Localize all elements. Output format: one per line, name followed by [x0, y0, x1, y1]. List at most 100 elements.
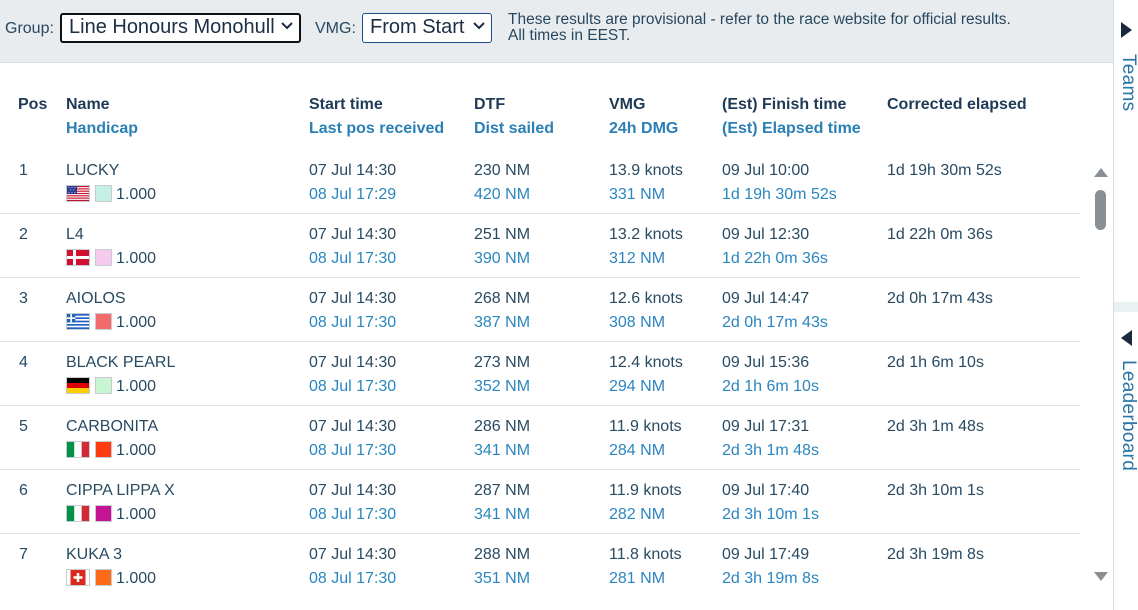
- dmg-cell: 281 NM: [609, 570, 666, 587]
- position-cell: 7: [19, 546, 28, 563]
- column-header[interactable]: Start time: [309, 96, 383, 114]
- column-header[interactable]: Corrected elapsed: [887, 96, 1027, 114]
- dmg-cell: 284 NM: [609, 442, 666, 459]
- last-pos-cell: 08 Jul 17:30: [309, 378, 397, 395]
- tab-teams[interactable]: Teams: [1114, 0, 1138, 302]
- column-header[interactable]: Name: [66, 96, 110, 114]
- dmg-cell: 308 NM: [609, 314, 666, 331]
- start-time-cell: 07 Jul 14:30: [309, 482, 397, 499]
- corrected-elapsed-cell: 1d 22h 0m 36s: [887, 226, 993, 243]
- finish-time-cell: 09 Jul 17:31: [722, 418, 810, 435]
- dist-sailed-cell: 341 NM: [474, 506, 531, 523]
- last-pos-cell: 08 Jul 17:30: [309, 442, 397, 459]
- column-header[interactable]: (Est) Finish time: [722, 96, 846, 114]
- elapsed-time-cell: 2d 0h 17m 43s: [722, 314, 828, 331]
- column-subheader[interactable]: Last pos received: [309, 120, 444, 138]
- column-header[interactable]: VMG: [609, 96, 645, 114]
- us-flag-icon: [67, 186, 89, 201]
- row-divider: [0, 533, 1080, 534]
- boat-name[interactable]: CIPPA LIPPA X: [66, 482, 175, 500]
- dist-sailed-cell: 420 NM: [474, 186, 531, 203]
- boat-name[interactable]: CARBONITA: [66, 418, 158, 436]
- dist-sailed-cell: 390 NM: [474, 250, 531, 267]
- side-panel: Teams Leaderboard: [1113, 0, 1138, 610]
- dtf-cell: 268 NM: [474, 290, 531, 307]
- position-cell: 3: [19, 290, 28, 307]
- group-select-value: Line Honours Monohull: [69, 16, 275, 38]
- position-cell: 6: [19, 482, 28, 499]
- scroll-down-arrow-icon[interactable]: [1094, 572, 1108, 581]
- row-divider: [0, 405, 1080, 406]
- boat-color-swatch: [96, 570, 111, 585]
- expand-right-icon: [1121, 22, 1132, 38]
- elapsed-time-cell: 2d 3h 10m 1s: [722, 506, 819, 523]
- boat-name[interactable]: AIOLOS: [66, 290, 126, 308]
- position-cell: 4: [19, 354, 28, 371]
- start-time-cell: 07 Jul 14:30: [309, 354, 397, 371]
- dist-sailed-cell: 387 NM: [474, 314, 531, 331]
- last-pos-cell: 08 Jul 17:30: [309, 250, 397, 267]
- scroll-up-arrow-icon[interactable]: [1094, 168, 1108, 177]
- handicap-value: 1.000: [116, 442, 157, 459]
- dtf-cell: 273 NM: [474, 354, 531, 371]
- column-subheader[interactable]: Dist sailed: [474, 120, 554, 138]
- boat-color-swatch: [96, 442, 111, 457]
- start-time-cell: 07 Jul 14:30: [309, 418, 397, 435]
- boat-name[interactable]: BLACK PEARL: [66, 354, 175, 372]
- row-divider: [0, 213, 1080, 214]
- vmg-cell: 12.6 knots: [609, 290, 683, 307]
- boat-color-swatch: [96, 250, 111, 265]
- scroll-thumb[interactable]: [1095, 190, 1106, 230]
- corrected-elapsed-cell: 2d 3h 10m 1s: [887, 482, 984, 499]
- tab-leaderboard-label: Leaderboard: [1118, 360, 1138, 472]
- elapsed-time-cell: 2d 3h 19m 8s: [722, 570, 819, 587]
- chevron-down-icon: [473, 22, 485, 30]
- column-header[interactable]: DTF: [474, 96, 505, 114]
- dk-flag-icon: [67, 250, 89, 265]
- dtf-cell: 251 NM: [474, 226, 531, 243]
- boat-name[interactable]: L4: [66, 226, 84, 244]
- it-flag-icon: [67, 506, 89, 521]
- ch-flag-icon: [67, 570, 89, 585]
- column-subheader[interactable]: Handicap: [66, 120, 138, 138]
- notice-line-2: All times in EEST.: [508, 27, 631, 44]
- vmg-select-value: From Start: [370, 16, 465, 38]
- boat-color-swatch: [96, 378, 111, 393]
- dtf-cell: 230 NM: [474, 162, 531, 179]
- gr-flag-icon: [67, 314, 89, 329]
- handicap-value: 1.000: [116, 250, 157, 267]
- group-select[interactable]: Line Honours Monohull: [60, 13, 301, 43]
- corrected-elapsed-cell: 2d 0h 17m 43s: [887, 290, 993, 307]
- start-time-cell: 07 Jul 14:30: [309, 162, 397, 179]
- column-header[interactable]: Pos: [18, 96, 47, 114]
- vmg-cell: 13.2 knots: [609, 226, 683, 243]
- dist-sailed-cell: 351 NM: [474, 570, 531, 587]
- filter-toolbar: Group: Line Honours Monohull VMG: From S…: [0, 0, 1113, 63]
- position-cell: 5: [19, 418, 28, 435]
- last-pos-cell: 08 Jul 17:29: [309, 186, 397, 203]
- vmg-cell: 13.9 knots: [609, 162, 683, 179]
- dtf-cell: 286 NM: [474, 418, 531, 435]
- start-time-cell: 07 Jul 14:30: [309, 226, 397, 243]
- it-flag-icon: [67, 442, 89, 457]
- vmg-cell: 11.9 knots: [609, 482, 682, 499]
- table-scrollbar[interactable]: [1090, 160, 1112, 590]
- row-divider: [0, 341, 1080, 342]
- boat-color-swatch: [96, 506, 111, 521]
- provisional-notice: These results are provisional - refer to…: [508, 12, 1011, 44]
- boat-color-swatch: [96, 186, 111, 201]
- boat-name[interactable]: KUKA 3: [66, 546, 122, 564]
- vmg-select[interactable]: From Start: [362, 13, 492, 43]
- boat-name[interactable]: LUCKY: [66, 162, 119, 180]
- column-subheader[interactable]: 24h DMG: [609, 120, 678, 138]
- last-pos-cell: 08 Jul 17:30: [309, 314, 397, 331]
- corrected-elapsed-cell: 1d 19h 30m 52s: [887, 162, 1002, 179]
- boat-color-swatch: [96, 314, 111, 329]
- results-app: Group: Line Honours Monohull VMG: From S…: [0, 0, 1138, 610]
- vmg-label: VMG:: [315, 20, 356, 37]
- vmg-cell: 11.9 knots: [609, 418, 682, 435]
- column-subheader[interactable]: (Est) Elapsed time: [722, 120, 861, 138]
- corrected-elapsed-cell: 2d 3h 19m 8s: [887, 546, 984, 563]
- notice-line-1: These results are provisional - refer to…: [508, 11, 1011, 28]
- dmg-cell: 294 NM: [609, 378, 666, 395]
